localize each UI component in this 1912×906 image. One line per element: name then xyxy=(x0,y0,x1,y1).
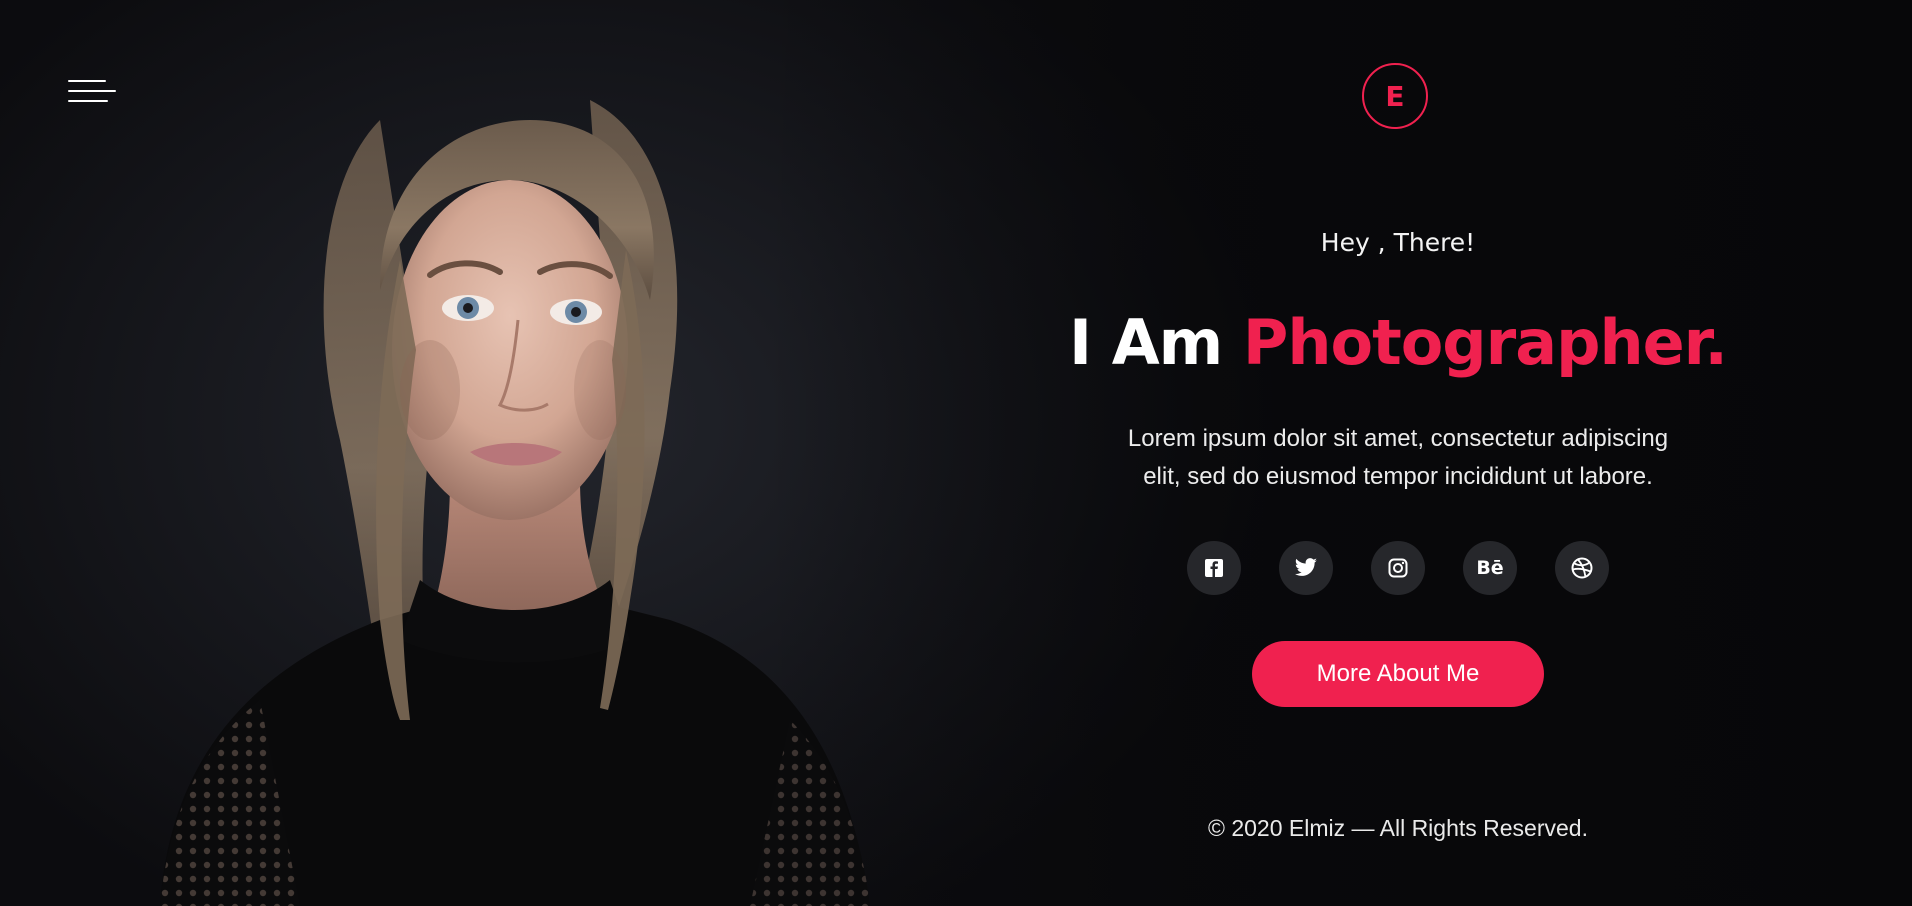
behance-link[interactable]: Bē xyxy=(1463,541,1517,595)
twitter-icon xyxy=(1294,558,1317,576)
intro-paragraph: Lorem ipsum dolor sit amet, consectetur … xyxy=(1090,420,1706,496)
dribbble-link[interactable] xyxy=(1555,541,1609,595)
instagram-icon xyxy=(1388,558,1408,578)
facebook-icon xyxy=(1205,559,1223,577)
intro-line: Lorem ipsum dolor sit amet, consectetur … xyxy=(1127,425,1669,452)
hero-content: Hey , There! I Am Photographer. Lorem ip… xyxy=(1040,0,1756,906)
headline-accent: Photographer. xyxy=(1242,306,1728,379)
more-about-me-button[interactable]: More About Me xyxy=(1252,641,1544,707)
facebook-link[interactable] xyxy=(1187,541,1241,595)
menu-line xyxy=(68,100,108,102)
hero-section: E Hey , There! I Am Photographer. Lorem … xyxy=(0,0,1912,906)
copyright-text: © 2020 Elmiz — All Rights Reserved. xyxy=(1208,815,1588,841)
twitter-link[interactable] xyxy=(1279,541,1333,595)
instagram-link[interactable] xyxy=(1371,541,1425,595)
hamburger-menu-button[interactable] xyxy=(68,78,118,112)
portrait-photo xyxy=(160,100,870,906)
greeting-text: Hey , There! xyxy=(1320,228,1476,257)
social-links: Bē xyxy=(1040,541,1756,595)
intro-line: elit, sed do eiusmod tempor incididunt u… xyxy=(1143,463,1653,490)
hero-headline: I Am Photographer. xyxy=(1040,306,1756,379)
behance-icon: Bē xyxy=(1476,557,1504,579)
menu-line xyxy=(68,80,106,82)
dribbble-icon xyxy=(1571,557,1593,579)
headline-prefix: I Am xyxy=(1069,306,1223,379)
menu-line xyxy=(68,90,116,92)
